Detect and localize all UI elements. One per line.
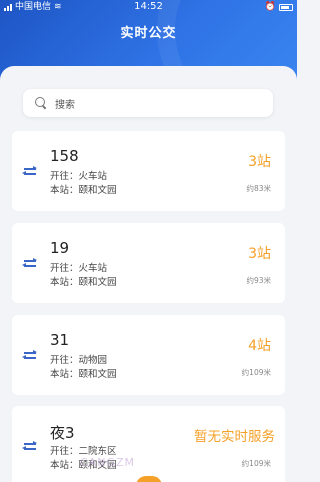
alarm-icon: ⏰	[264, 2, 276, 12]
swap-direction-icon	[22, 349, 38, 361]
route-destination: 开往：火车站	[50, 263, 108, 274]
distance: 约109米	[241, 459, 271, 468]
swap-direction-icon	[22, 440, 38, 452]
clock: 14:52	[134, 1, 163, 12]
route-number: 夜3	[50, 424, 75, 442]
no-realtime-status: 暂无实时服务	[194, 429, 275, 445]
search-placeholder: 搜索	[55, 99, 75, 111]
route-destination: 开往：动物园	[50, 355, 108, 366]
swap-direction-icon	[22, 257, 38, 269]
search-input[interactable]: 搜索	[23, 89, 273, 117]
swap-direction-icon	[22, 165, 38, 177]
route-destination: 开往：二院东区	[50, 446, 117, 457]
distance: 约83米	[246, 184, 271, 193]
battery-icon	[279, 3, 293, 11]
distance: 约109米	[241, 368, 271, 377]
search-icon	[35, 97, 47, 109]
stops-away: 3站	[248, 154, 271, 170]
route-number: 31	[50, 331, 70, 349]
route-card[interactable]: 158 开往：火车站 本站：颐和文园 3站 约83米	[12, 131, 285, 211]
current-station: 本站：颐和文园	[50, 277, 117, 288]
current-station: 本站：颐和文园	[50, 185, 117, 196]
stops-away: 3站	[248, 246, 271, 262]
route-number: 19	[50, 239, 70, 257]
stops-away: 4站	[248, 338, 271, 354]
watermark: CANGZM	[80, 456, 135, 469]
route-card[interactable]: 夜3 开往：二院东区 本站：颐和文园 暂无实时服务 约109米	[12, 406, 285, 482]
distance: 约93米	[246, 276, 271, 285]
route-destination: 开往：火车站	[50, 171, 108, 182]
route-card[interactable]: 19 开往：火车站 本站：颐和文园 3站 约93米	[12, 223, 285, 303]
current-station: 本站：颐和文园	[50, 369, 117, 380]
route-card[interactable]: 31 开往：动物园 本站：颐和文园 4站 约109米	[12, 315, 285, 395]
status-bar: 中国电信 ≋ 14:52 ⏰	[0, 0, 297, 14]
page-title: 实时公交	[120, 26, 177, 41]
route-number: 158	[50, 147, 79, 165]
